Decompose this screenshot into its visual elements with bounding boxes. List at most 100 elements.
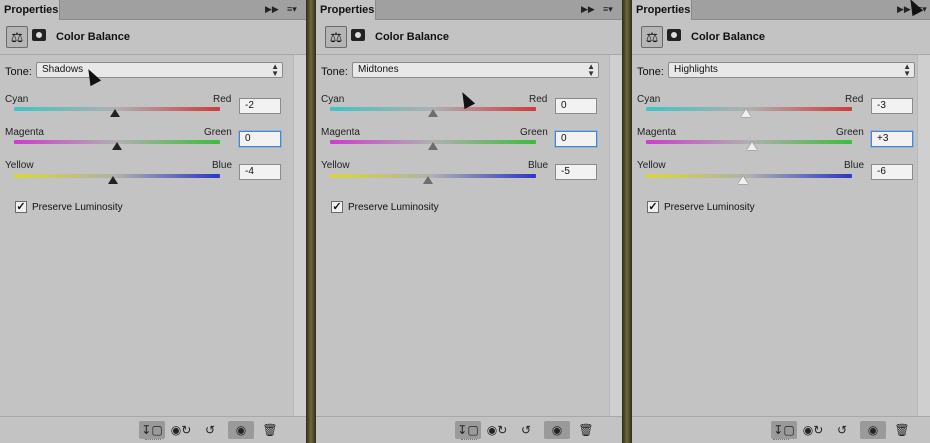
slider-left-label: Magenta: [5, 127, 44, 138]
reset-icon[interactable]: ↺: [513, 421, 539, 439]
scrollbar[interactable]: [609, 55, 622, 417]
tab-bar: Properties ▶▶ ≡▾: [0, 0, 306, 20]
chevron-updown-icon: ▲ ▼: [587, 62, 595, 78]
scrollbar[interactable]: [293, 55, 306, 417]
cyan-red-value-input[interactable]: -2: [239, 98, 281, 114]
properties-panel-shadows: Properties ▶▶ ≡▾ ⚖ Color Balance Tone: S…: [0, 0, 306, 443]
panel-divider: [306, 0, 316, 443]
slider-right-label: Green: [836, 127, 864, 138]
panel-footer: ↧▢ ◉↻ ↺ ◉ 🗑: [632, 416, 930, 443]
tone-select[interactable]: Shadows ▲ ▼: [36, 62, 283, 78]
magenta-green-slider-thumb[interactable]: [112, 142, 122, 150]
reset-icon[interactable]: ↺: [829, 421, 855, 439]
slider-right-label: Blue: [528, 160, 549, 171]
resize-grip[interactable]: [773, 439, 789, 442]
color-balance-icon[interactable]: ⚖: [641, 26, 663, 48]
yellow-blue-value-input[interactable]: -4: [239, 164, 281, 180]
color-balance-icon[interactable]: ⚖: [6, 26, 28, 48]
layer-mask-icon[interactable]: [351, 29, 365, 41]
chevron-updown-icon: ▲ ▼: [271, 62, 279, 78]
slider-right-label: Blue: [844, 160, 865, 171]
layer-mask-icon[interactable]: [32, 29, 46, 41]
magenta-green-slider-thumb[interactable]: [747, 142, 758, 150]
preserve-luminosity-label: Preserve Luminosity: [348, 202, 439, 213]
yellow-blue-slider-track[interactable]: [646, 174, 852, 178]
visibility-eye-icon[interactable]: ◉: [228, 421, 254, 439]
view-previous-icon[interactable]: ◉↻: [484, 421, 510, 439]
panel-header: ⚖ Color Balance: [316, 20, 622, 55]
yellow-blue-slider-track[interactable]: [330, 174, 536, 178]
magenta-green-value-input[interactable]: 0: [239, 131, 281, 147]
magenta-green-value-input[interactable]: 0: [555, 131, 597, 147]
panel-footer: ↧▢ ◉↻ ↺ ◉ 🗑: [316, 416, 622, 443]
tone-label: Tone:: [321, 66, 348, 78]
panel-header: ⚖ Color Balance: [0, 20, 306, 55]
tone-select-value: Shadows: [42, 64, 84, 75]
layer-mask-icon[interactable]: [667, 29, 681, 41]
panel-footer: ↧▢ ◉↻ ↺ ◉ 🗑: [0, 416, 306, 443]
tone-select[interactable]: Midtones ▲ ▼: [352, 62, 599, 78]
slider-left-label: Magenta: [321, 127, 360, 138]
menu-icon[interactable]: ≡▾: [603, 4, 613, 14]
yellow-blue-value-input[interactable]: -5: [555, 164, 597, 180]
menu-icon[interactable]: ≡▾: [287, 4, 297, 14]
tab-properties[interactable]: Properties: [632, 0, 692, 20]
tone-label: Tone:: [5, 66, 32, 78]
slider-left-label: Magenta: [637, 127, 676, 138]
tab-properties[interactable]: Properties: [316, 0, 376, 20]
slider-left-label: Cyan: [321, 94, 345, 105]
clip-to-layer-icon[interactable]: ↧▢: [139, 421, 165, 439]
collapse-panel-icon[interactable]: ▶▶: [581, 4, 595, 14]
tone-select-value: Highlights: [674, 64, 718, 75]
tab-properties[interactable]: Properties: [0, 0, 60, 20]
preserve-luminosity-checkbox[interactable]: ✓: [331, 201, 343, 213]
yellow-blue-slider-thumb[interactable]: [737, 176, 748, 184]
yellow-blue-slider-thumb[interactable]: [107, 176, 118, 184]
reset-icon[interactable]: ↺: [197, 421, 223, 439]
cyan-red-slider-thumb[interactable]: [428, 109, 438, 117]
preserve-luminosity-checkbox[interactable]: ✓: [15, 201, 27, 213]
slider-left-label: Cyan: [637, 94, 661, 105]
tone-select-value: Midtones: [358, 64, 399, 75]
yellow-blue-slider-thumb[interactable]: [422, 176, 433, 184]
panel-header: ⚖ Color Balance: [632, 20, 930, 55]
preserve-luminosity-label: Preserve Luminosity: [32, 202, 123, 213]
slider-left-label: Yellow: [5, 160, 34, 171]
visibility-eye-icon[interactable]: ◉: [860, 421, 886, 439]
tab-bar: Properties ▶▶ ≡▾: [316, 0, 622, 20]
clip-to-layer-icon[interactable]: ↧▢: [771, 421, 797, 439]
tone-label: Tone:: [637, 66, 664, 78]
trash-icon[interactable]: 🗑: [889, 421, 915, 439]
panel-title: Color Balance: [56, 31, 130, 43]
chevron-updown-icon: ▲ ▼: [903, 62, 911, 78]
panel-divider: [622, 0, 632, 443]
view-previous-icon[interactable]: ◉↻: [800, 421, 826, 439]
panel-title: Color Balance: [375, 31, 449, 43]
color-balance-icon[interactable]: ⚖: [325, 26, 347, 48]
visibility-eye-icon[interactable]: ◉: [544, 421, 570, 439]
resize-grip[interactable]: [461, 439, 477, 442]
magenta-green-value-input[interactable]: +3: [871, 131, 913, 147]
slider-right-label: Green: [204, 127, 232, 138]
preserve-luminosity-checkbox[interactable]: ✓: [647, 201, 659, 213]
cyan-red-value-input[interactable]: 0: [555, 98, 597, 114]
clip-to-layer-icon[interactable]: ↧▢: [455, 421, 481, 439]
cyan-red-slider-thumb[interactable]: [740, 109, 751, 117]
trash-icon[interactable]: 🗑: [573, 421, 599, 439]
tone-select[interactable]: Highlights ▲ ▼: [668, 62, 915, 78]
slider-right-label: Red: [213, 94, 232, 105]
magenta-green-slider-thumb[interactable]: [428, 142, 438, 150]
yellow-blue-value-input[interactable]: -6: [871, 164, 913, 180]
preserve-luminosity-label: Preserve Luminosity: [664, 202, 755, 213]
scrollbar[interactable]: [917, 55, 930, 417]
slider-left-label: Yellow: [637, 160, 666, 171]
trash-icon[interactable]: 🗑: [257, 421, 283, 439]
view-previous-icon[interactable]: ◉↻: [168, 421, 194, 439]
collapse-panel-icon[interactable]: ▶▶: [265, 4, 279, 14]
cyan-red-slider-thumb[interactable]: [109, 109, 120, 117]
tab-bar: Properties ▶▶ ≡▾: [632, 0, 930, 20]
slider-left-label: Cyan: [5, 94, 29, 105]
properties-panel-highlights: Properties ▶▶ ≡▾ ⚖ Color Balance Tone: H…: [632, 0, 930, 443]
resize-grip[interactable]: [145, 439, 161, 442]
cyan-red-value-input[interactable]: -3: [871, 98, 913, 114]
